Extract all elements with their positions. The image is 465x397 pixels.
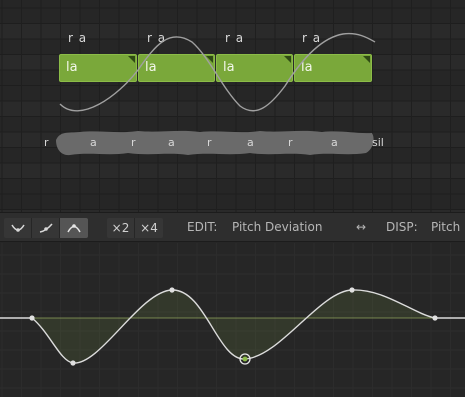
swap-icon[interactable]: ↔ [356,220,366,234]
phoneme-marker: r [207,136,212,149]
phoneme-marker: a [247,136,254,149]
curve-valley-icon[interactable] [4,218,32,238]
waveform [56,130,374,156]
curve-ramp-icon[interactable] [32,218,60,238]
multiply-x2-button[interactable]: ×2 [107,218,135,238]
control-point [169,287,175,293]
phoneme-marker: sil [372,136,384,149]
phoneme-marker: a [168,136,175,149]
control-point-selected-dot [242,356,248,362]
pitch-curve [59,32,376,112]
phoneme-marker: r [44,136,49,149]
control-point [349,287,355,293]
control-point [29,315,35,321]
multiplier-buttons: ×2 ×4 [107,218,163,238]
phoneme-marker: r [131,136,136,149]
piano-roll[interactable]: r a r a r a r a la la la la r a r a r a … [0,0,465,212]
control-point [70,360,76,366]
edit-mode-selector[interactable]: Pitch Deviation [232,220,322,234]
parameter-toolbar: ×2 ×4 EDIT: Pitch Deviation ↔ DISP: Pitc… [0,212,465,242]
display-label: DISP: [386,220,418,234]
pitch-deviation-graph[interactable] [0,243,465,397]
phoneme-marker: r [288,136,293,149]
edit-label: EDIT: [187,220,218,234]
display-mode-selector[interactable]: Pitch [431,220,460,234]
phoneme-marker: a [331,136,338,149]
control-point [432,315,438,321]
pitch-curve-overlay [56,32,376,156]
deviation-area [32,289,435,364]
parameter-editor[interactable] [0,243,465,397]
phoneme-marker: a [90,136,97,149]
curve-shape-tools [4,218,88,238]
multiply-x4-button[interactable]: ×4 [135,218,163,238]
curve-peak-icon[interactable] [60,218,88,238]
